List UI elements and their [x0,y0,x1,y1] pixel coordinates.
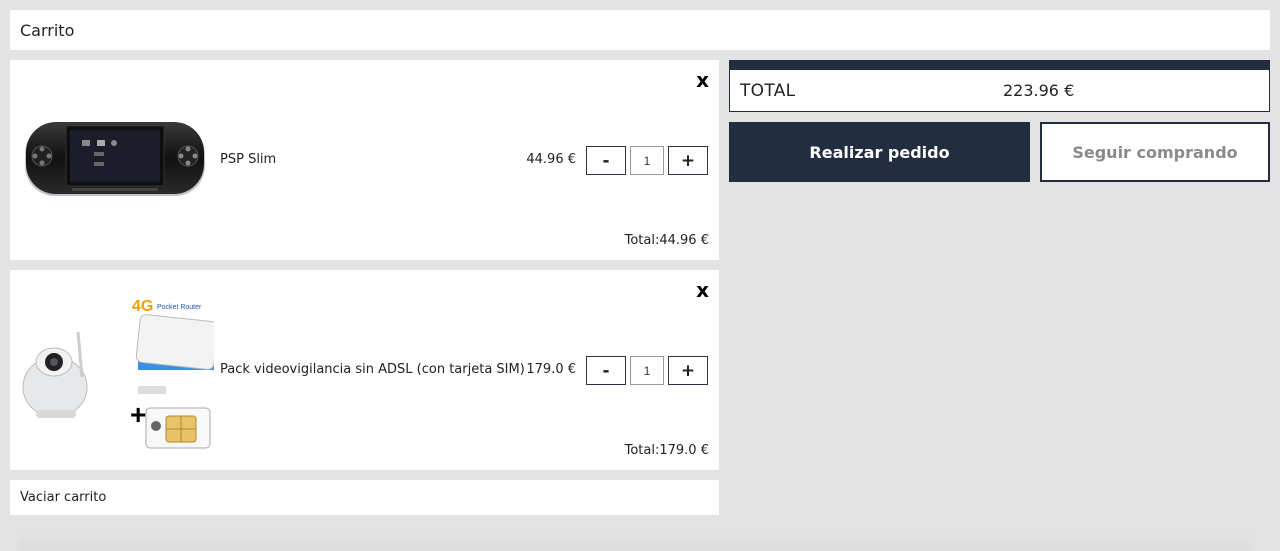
pack-image-subtitle: Pocket Router [157,304,202,311]
quantity-stepper: - 1 + [586,146,708,175]
cart-item: x PSP Slim 44.96 € - 1 + Total:44.96 € [10,60,719,260]
item-total: Total:44.96 € [624,233,709,248]
surveillance-pack-image: 4G Pocket Router + [18,292,220,456]
total-value: 223.96 € [1003,81,1075,100]
quantity-field[interactable]: 1 [630,356,664,385]
item-price: 44.96 € [526,152,576,167]
decrease-quantity-button[interactable]: - [586,146,626,175]
quantity-stepper: - 1 + [586,356,708,385]
increase-quantity-button[interactable]: + [668,356,708,385]
item-name: Pack videovigilancia sin ADSL (con tarje… [220,362,525,377]
pack-image-plus-sign: + [130,399,146,430]
item-price: 179.0 € [526,362,576,377]
remove-item-button[interactable]: x [696,278,709,302]
page-title: Carrito [20,20,75,40]
empty-cart-button[interactable]: Vaciar carrito [10,480,719,515]
pack-image-badge: 4G [132,298,153,315]
psp-slim-image [22,118,208,204]
total-label: TOTAL [740,80,796,101]
empty-cart-label: Vaciar carrito [20,490,107,505]
total-row: TOTAL 223.96 € [730,70,1269,111]
item-total: Total:179.0 € [624,443,709,458]
page-header: Carrito [10,10,1270,50]
place-order-button[interactable]: Realizar pedido [729,122,1030,182]
increase-quantity-button[interactable]: + [668,146,708,175]
cart-item: 4G Pocket Router + x Pack videovigilanci… [10,270,719,470]
item-name: PSP Slim [220,152,277,167]
order-summary: TOTAL 223.96 € [729,60,1270,112]
bottom-shadow [20,535,1250,551]
continue-shopping-button[interactable]: Seguir comprando [1040,122,1270,182]
quantity-field[interactable]: 1 [630,146,664,175]
remove-item-button[interactable]: x [696,68,709,92]
decrease-quantity-button[interactable]: - [586,356,626,385]
